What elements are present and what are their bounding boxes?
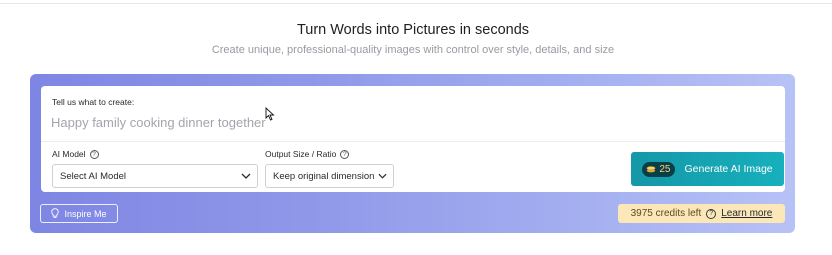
inspire-me-label: Inspire Me <box>64 208 107 219</box>
page-subtitle: Create unique, professional-quality imag… <box>211 44 615 56</box>
prompt-input[interactable] <box>51 111 611 133</box>
coin-stack-icon <box>646 166 656 173</box>
generate-label: Generate AI Image <box>684 163 773 175</box>
generator-panel: Tell us what to create: AI Model ? Selec… <box>30 74 795 233</box>
credits-remaining: 3975 credits left ? Learn more <box>618 204 785 223</box>
top-divider <box>0 3 832 4</box>
chevron-down-icon <box>241 173 251 179</box>
ai-model-label-row: AI Model ? <box>52 149 99 159</box>
output-size-select[interactable]: Keep original dimension <box>265 164 394 188</box>
inspire-me-button[interactable]: Inspire Me <box>40 204 118 223</box>
credit-cost-badge: 25 <box>642 161 676 177</box>
ai-model-label: AI Model <box>52 149 86 159</box>
output-size-label: Output Size / Ratio <box>265 149 337 159</box>
ai-model-select[interactable]: Select AI Model <box>52 164 258 188</box>
credits-text: 3975 credits left <box>630 208 702 219</box>
output-size-selected: Keep original dimension <box>273 170 375 182</box>
generate-ai-image-button[interactable]: 25 Generate AI Image <box>631 152 784 186</box>
help-icon[interactable]: ? <box>706 208 717 219</box>
credit-cost: 25 <box>659 163 671 175</box>
prompt-card: Tell us what to create: AI Model ? Selec… <box>41 86 785 192</box>
help-icon[interactable]: ? <box>340 149 350 159</box>
card-divider <box>41 141 785 142</box>
mouse-cursor-icon <box>265 107 275 121</box>
chevron-down-icon <box>378 173 387 179</box>
help-icon[interactable]: ? <box>89 149 99 159</box>
ai-model-selected: Select AI Model <box>60 170 127 182</box>
page-title: Turn Words into Pictures in seconds <box>296 22 530 38</box>
lightbulb-icon <box>51 208 60 218</box>
learn-more-link[interactable]: Learn more <box>721 208 772 219</box>
output-size-label-row: Output Size / Ratio ? <box>265 149 350 159</box>
prompt-label: Tell us what to create: <box>52 97 135 107</box>
